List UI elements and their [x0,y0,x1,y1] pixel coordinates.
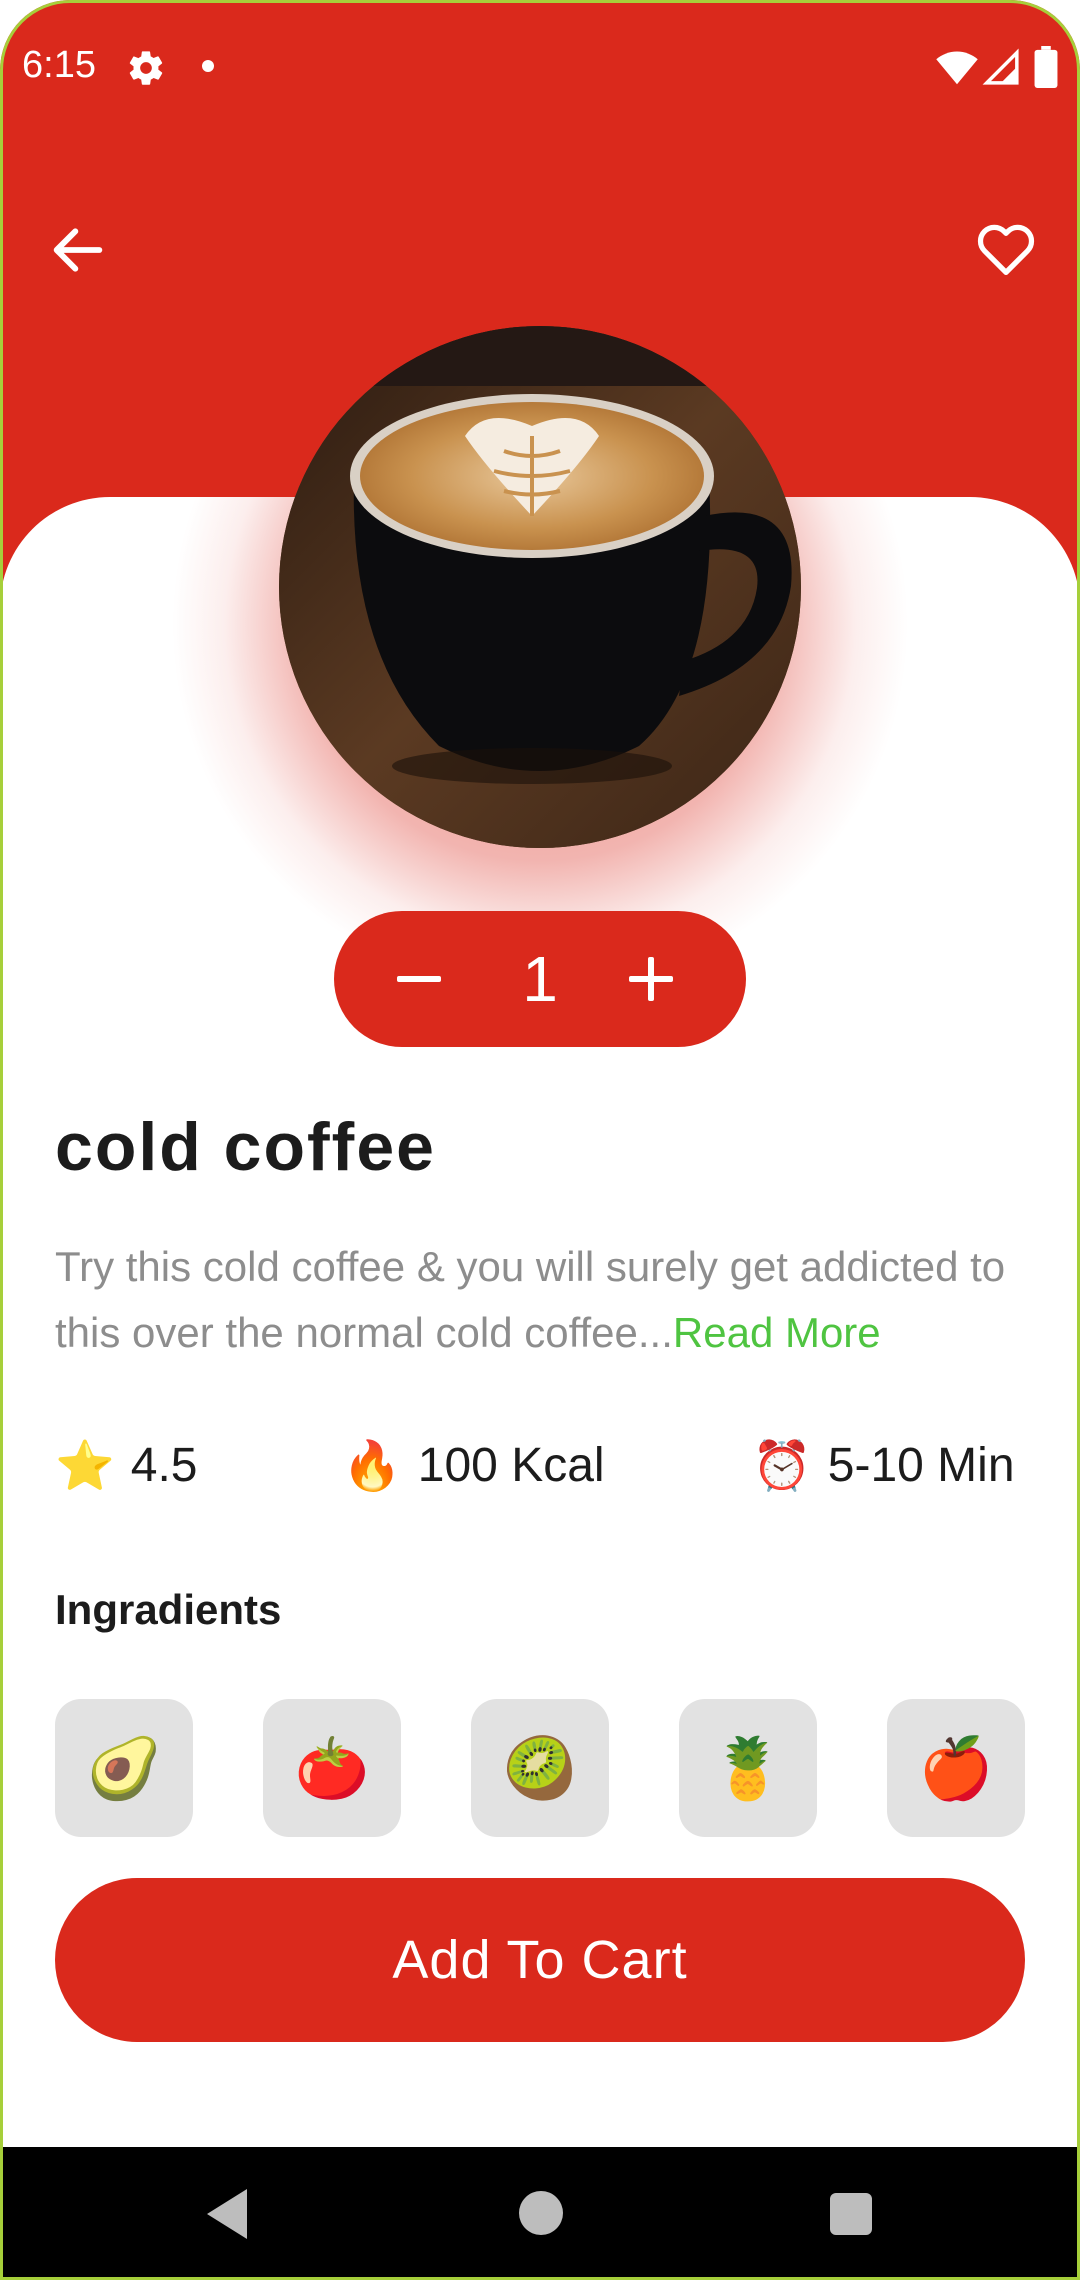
tomato-icon: 🍅 [294,1734,370,1802]
notification-dot-icon [202,60,214,72]
favorite-heart-icon[interactable] [972,216,1040,282]
ingredients-heading: Ingradients [55,1586,282,1633]
increment-button[interactable] [616,937,686,1021]
plus-icon [629,957,673,1001]
rating-stat: ⭐ 4.5 [55,1430,198,1500]
pineapple-icon: 🍍 [710,1734,786,1802]
time-stat: ⏰ 5-10 Min [752,1430,1015,1500]
ingredient-item[interactable]: 🥝 [471,1699,609,1837]
minus-icon [397,976,441,982]
product-stats: ⭐ 4.5 🔥 100 Kcal ⏰ 5-10 Min [55,1430,1035,1500]
ingredient-item[interactable]: 🍎 [887,1699,1025,1837]
coffee-cup-illustration [279,326,801,848]
product-image [279,326,801,848]
decrement-button[interactable] [384,937,454,1021]
quantity-stepper: 1 [334,911,746,1047]
wifi-icon [936,51,978,85]
product-description: Try this cold coffee & you will surely g… [55,1234,1035,1366]
read-more-link[interactable]: Read More [673,1309,881,1356]
time-value: 5-10 Min [827,1438,1015,1492]
settings-icon [129,51,163,85]
calories-value: 100 Kcal [417,1438,605,1492]
product-title: cold coffee [55,1109,436,1185]
fire-icon: 🔥 [342,1439,402,1493]
ingredient-item[interactable]: 🥑 [55,1699,193,1837]
status-bar: 6:15 [0,0,1080,136]
nav-back-icon[interactable] [203,2187,249,2241]
kiwi-icon: 🥝 [502,1734,578,1802]
apple-icon: 🍎 [918,1734,994,1802]
quantity-value: 1 [522,943,558,1015]
back-arrow-icon[interactable] [46,218,110,282]
alarm-clock-icon: ⏰ [752,1439,812,1493]
nav-home-icon[interactable] [519,2191,563,2235]
nav-recents-icon[interactable] [830,2193,872,2235]
calories-stat: 🔥 100 Kcal [342,1430,605,1500]
battery-icon [1034,46,1058,88]
cellular-signal-icon [982,48,1019,85]
ingredient-item[interactable]: 🍅 [263,1699,401,1837]
status-time: 6:15 [22,44,96,86]
system-navigation-bar [0,2147,1080,2280]
app-screen: 6:15 1 cold coffee Try this cold coffee … [0,0,1080,2280]
add-to-cart-button[interactable]: Add To Cart [55,1878,1025,2042]
star-icon: ⭐ [55,1439,115,1493]
ingredients-list: 🥑 🍅 🥝 🍍 🍎 [55,1699,1025,1837]
ingredient-item[interactable]: 🍍 [679,1699,817,1837]
rating-value: 4.5 [130,1438,198,1492]
avocado-icon: 🥑 [86,1734,162,1802]
